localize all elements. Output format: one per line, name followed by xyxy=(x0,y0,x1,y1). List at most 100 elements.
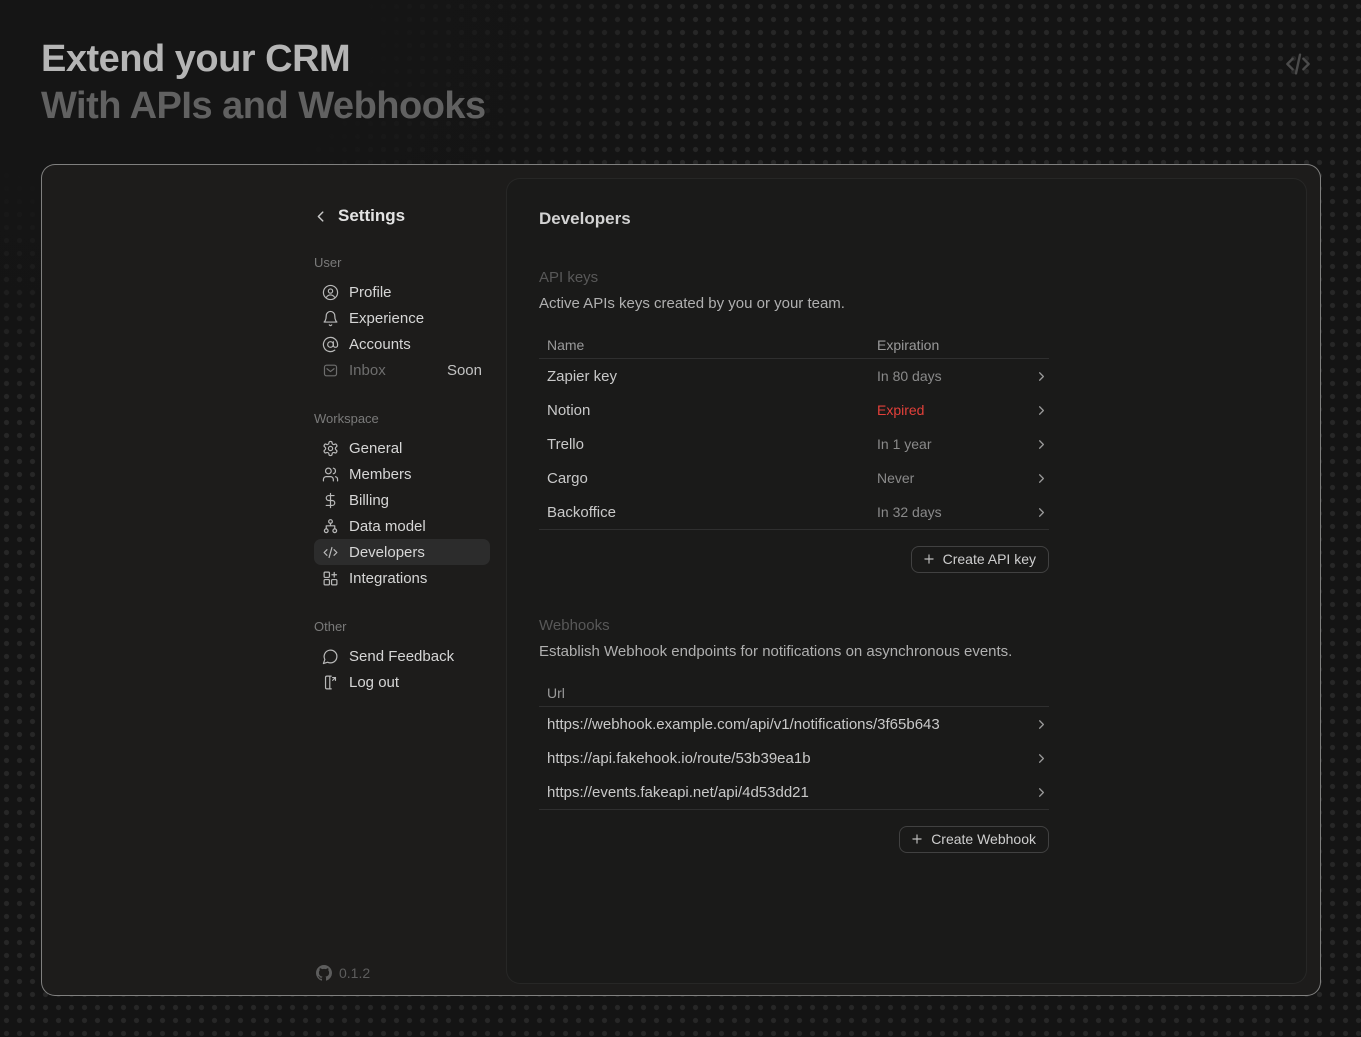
gear-icon xyxy=(322,440,339,457)
sidebar-item-label: Developers xyxy=(349,544,425,561)
nav-group-user: Profile Experience Accounts xyxy=(314,279,490,383)
sidebar-item-members[interactable]: Members xyxy=(314,461,490,487)
page-subtitle: With APIs and Webhooks xyxy=(41,83,1361,130)
sidebar-item-inbox: Inbox Soon xyxy=(314,357,490,383)
users-icon xyxy=(322,466,339,483)
sidebar-item-label: Profile xyxy=(349,284,392,301)
api-key-row[interactable]: Zapier key In 80 days xyxy=(539,359,1049,393)
nav-group-workspace: General Members Billing xyxy=(314,435,490,591)
api-key-row[interactable]: Trello In 1 year xyxy=(539,427,1049,461)
bell-icon xyxy=(322,310,339,327)
column-header-name: Name xyxy=(539,337,877,353)
sidebar-item-label: Members xyxy=(349,466,412,483)
hierarchy-icon xyxy=(322,518,339,535)
webhook-row[interactable]: https://webhook.example.com/api/v1/notif… xyxy=(539,707,1049,741)
sidebar-item-integrations[interactable]: Integrations xyxy=(314,565,490,591)
sidebar-item-label: Integrations xyxy=(349,570,427,587)
sidebar-item-label: Accounts xyxy=(349,336,411,353)
sidebar-item-experience[interactable]: Experience xyxy=(314,305,490,331)
inbox-icon xyxy=(322,362,339,379)
chevron-right-icon xyxy=(1031,717,1049,732)
api-key-expiration: In 1 year xyxy=(877,436,1031,452)
settings-back-button[interactable]: Settings xyxy=(314,205,490,227)
settings-title: Settings xyxy=(338,206,405,226)
api-key-row[interactable]: Cargo Never xyxy=(539,461,1049,495)
create-api-key-label: Create API key xyxy=(943,551,1036,567)
page-header: Extend your CRM With APIs and Webhooks xyxy=(0,0,1361,130)
sidebar-item-developers[interactable]: Developers xyxy=(314,539,490,565)
code-icon xyxy=(322,544,339,561)
chevron-right-icon xyxy=(1031,505,1049,520)
create-webhook-label: Create Webhook xyxy=(931,831,1036,847)
code-icon xyxy=(1282,48,1314,80)
api-key-row[interactable]: Notion Expired xyxy=(539,393,1049,427)
sidebar-item-data-model[interactable]: Data model xyxy=(314,513,490,539)
sidebar-item-billing[interactable]: Billing xyxy=(314,487,490,513)
section-label-other: Other xyxy=(314,619,490,635)
settings-window: Settings User Profile Experience xyxy=(41,164,1321,996)
section-label-user: User xyxy=(314,255,490,271)
nav-group-other: Send Feedback Log out xyxy=(314,643,490,695)
sidebar-item-general[interactable]: General xyxy=(314,435,490,461)
sidebar-item-accounts[interactable]: Accounts xyxy=(314,331,490,357)
webhook-row[interactable]: https://api.fakehook.io/route/53b39ea1b xyxy=(539,741,1049,775)
sidebar-item-label: Inbox xyxy=(349,362,386,379)
webhooks-table: Url https://webhook.example.com/api/v1/n… xyxy=(539,679,1049,810)
create-api-key-button[interactable]: Create API key xyxy=(911,546,1049,573)
chevron-right-icon xyxy=(1031,437,1049,452)
sidebar-region: Settings User Profile Experience xyxy=(42,165,506,995)
settings-sidebar: Settings User Profile Experience xyxy=(314,165,490,995)
api-key-expiration: In 80 days xyxy=(877,368,1031,384)
chevron-right-icon xyxy=(1031,403,1049,418)
sidebar-item-label: Experience xyxy=(349,310,424,327)
webhook-row[interactable]: https://events.fakeapi.net/api/4d53dd21 xyxy=(539,775,1049,809)
api-key-row[interactable]: Backoffice In 32 days xyxy=(539,495,1049,529)
at-sign-icon xyxy=(322,336,339,353)
sidebar-item-label: Send Feedback xyxy=(349,648,454,665)
chevron-left-icon xyxy=(314,209,329,224)
dollar-icon xyxy=(322,492,339,509)
api-key-name: Backoffice xyxy=(539,504,877,521)
create-webhook-button[interactable]: Create Webhook xyxy=(899,826,1049,853)
plus-icon xyxy=(922,552,936,566)
grid-plus-icon xyxy=(322,570,339,587)
chevron-right-icon xyxy=(1031,369,1049,384)
webhooks-table-header: Url xyxy=(539,679,1049,707)
developers-panel: Developers API keys Active APIs keys cre… xyxy=(506,178,1307,984)
version-text: 0.1.2 xyxy=(339,965,370,981)
api-keys-section-title: API keys xyxy=(539,269,1049,289)
sidebar-item-label: Log out xyxy=(349,674,399,691)
api-key-name: Notion xyxy=(539,402,877,419)
soon-badge: Soon xyxy=(447,362,482,379)
chevron-right-icon xyxy=(1031,471,1049,486)
api-keys-table-header: Name Expiration xyxy=(539,331,1049,359)
api-key-name: Trello xyxy=(539,436,877,453)
sidebar-item-profile[interactable]: Profile xyxy=(314,279,490,305)
chat-bubble-icon xyxy=(322,648,339,665)
page-title: Extend your CRM xyxy=(41,36,1361,83)
webhook-url: https://events.fakeapi.net/api/4d53dd21 xyxy=(539,784,1031,801)
column-header-url: Url xyxy=(539,685,1031,701)
api-key-expiration: Never xyxy=(877,470,1031,486)
panel-title: Developers xyxy=(539,209,1049,231)
sidebar-item-log-out[interactable]: Log out xyxy=(314,669,490,695)
chevron-right-icon xyxy=(1031,751,1049,766)
api-key-expiration: Expired xyxy=(877,402,1031,418)
webhooks-description: Establish Webhook endpoints for notifica… xyxy=(539,643,1049,663)
api-key-name: Cargo xyxy=(539,470,877,487)
section-label-workspace: Workspace xyxy=(314,411,490,427)
api-keys-table: Name Expiration Zapier key In 80 days No… xyxy=(539,331,1049,530)
app-version: 0.1.2 xyxy=(314,965,490,981)
api-key-expiration: In 32 days xyxy=(877,504,1031,520)
logout-icon xyxy=(322,674,339,691)
user-circle-icon xyxy=(322,284,339,301)
sidebar-item-send-feedback[interactable]: Send Feedback xyxy=(314,643,490,669)
sidebar-item-label: Billing xyxy=(349,492,389,509)
column-header-expiration: Expiration xyxy=(877,337,1031,353)
plus-icon xyxy=(910,832,924,846)
chevron-right-icon xyxy=(1031,785,1049,800)
github-icon xyxy=(316,965,332,981)
sidebar-item-label: Data model xyxy=(349,518,426,535)
sidebar-item-label: General xyxy=(349,440,402,457)
webhooks-section-title: Webhooks xyxy=(539,617,1049,637)
